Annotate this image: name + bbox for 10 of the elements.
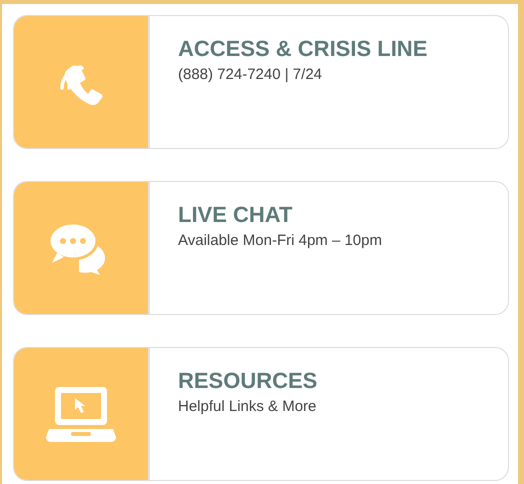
laptop-icon <box>45 385 117 443</box>
service-card[interactable]: ACCESS & CRISIS LINE (888) 724-7240 | 7/24 <box>13 15 509 149</box>
card-subtitle: (888) 724-7240 | 7/24 <box>178 66 322 83</box>
card-title: RESOURCES <box>178 368 318 394</box>
service-card[interactable]: LIVE CHAT Available Mon-Fri 4pm – 10pm <box>13 181 509 315</box>
service-card[interactable]: RESOURCES Helpful Links & More <box>13 347 509 481</box>
card-subtitle: Helpful Links & More <box>178 398 316 415</box>
card-title: LIVE CHAT <box>178 202 292 228</box>
card-title: ACCESS & CRISIS LINE <box>178 36 428 62</box>
card-subtitle: Available Mon-Fri 4pm – 10pm <box>178 232 382 249</box>
